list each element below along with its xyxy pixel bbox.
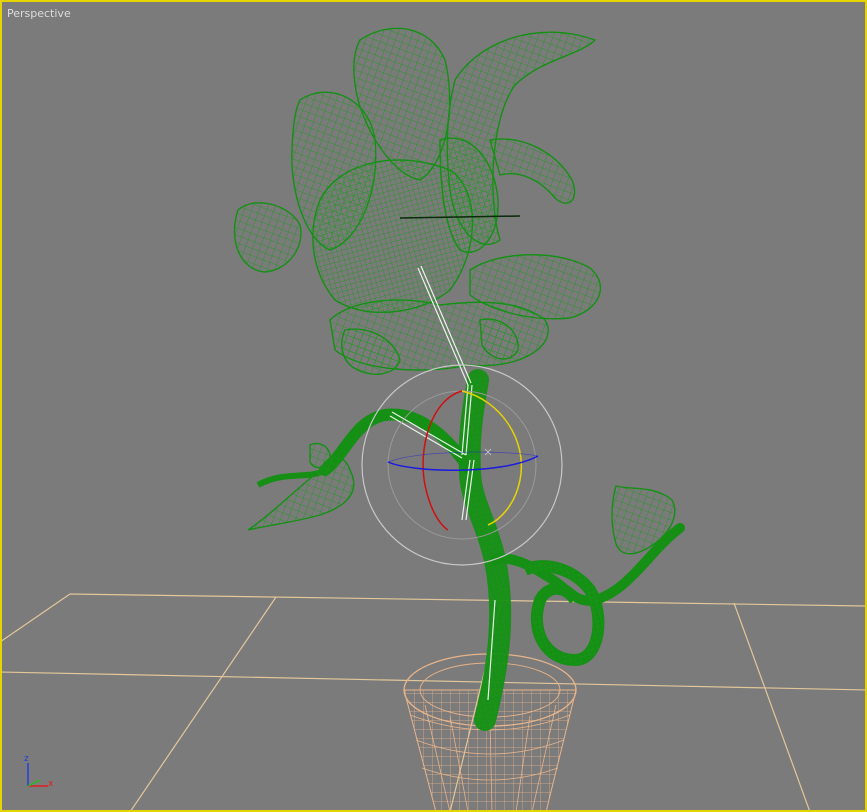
scene-canvas[interactable]: z x [0, 0, 867, 812]
perspective-viewport[interactable]: Perspective z x [0, 0, 867, 812]
axis-tripod: z x [24, 754, 54, 789]
flower-mesh[interactable] [233, 27, 685, 731]
z-axis-label: z [24, 754, 29, 764]
x-axis-label: x [48, 779, 54, 789]
y-axis-line [27, 779, 41, 787]
